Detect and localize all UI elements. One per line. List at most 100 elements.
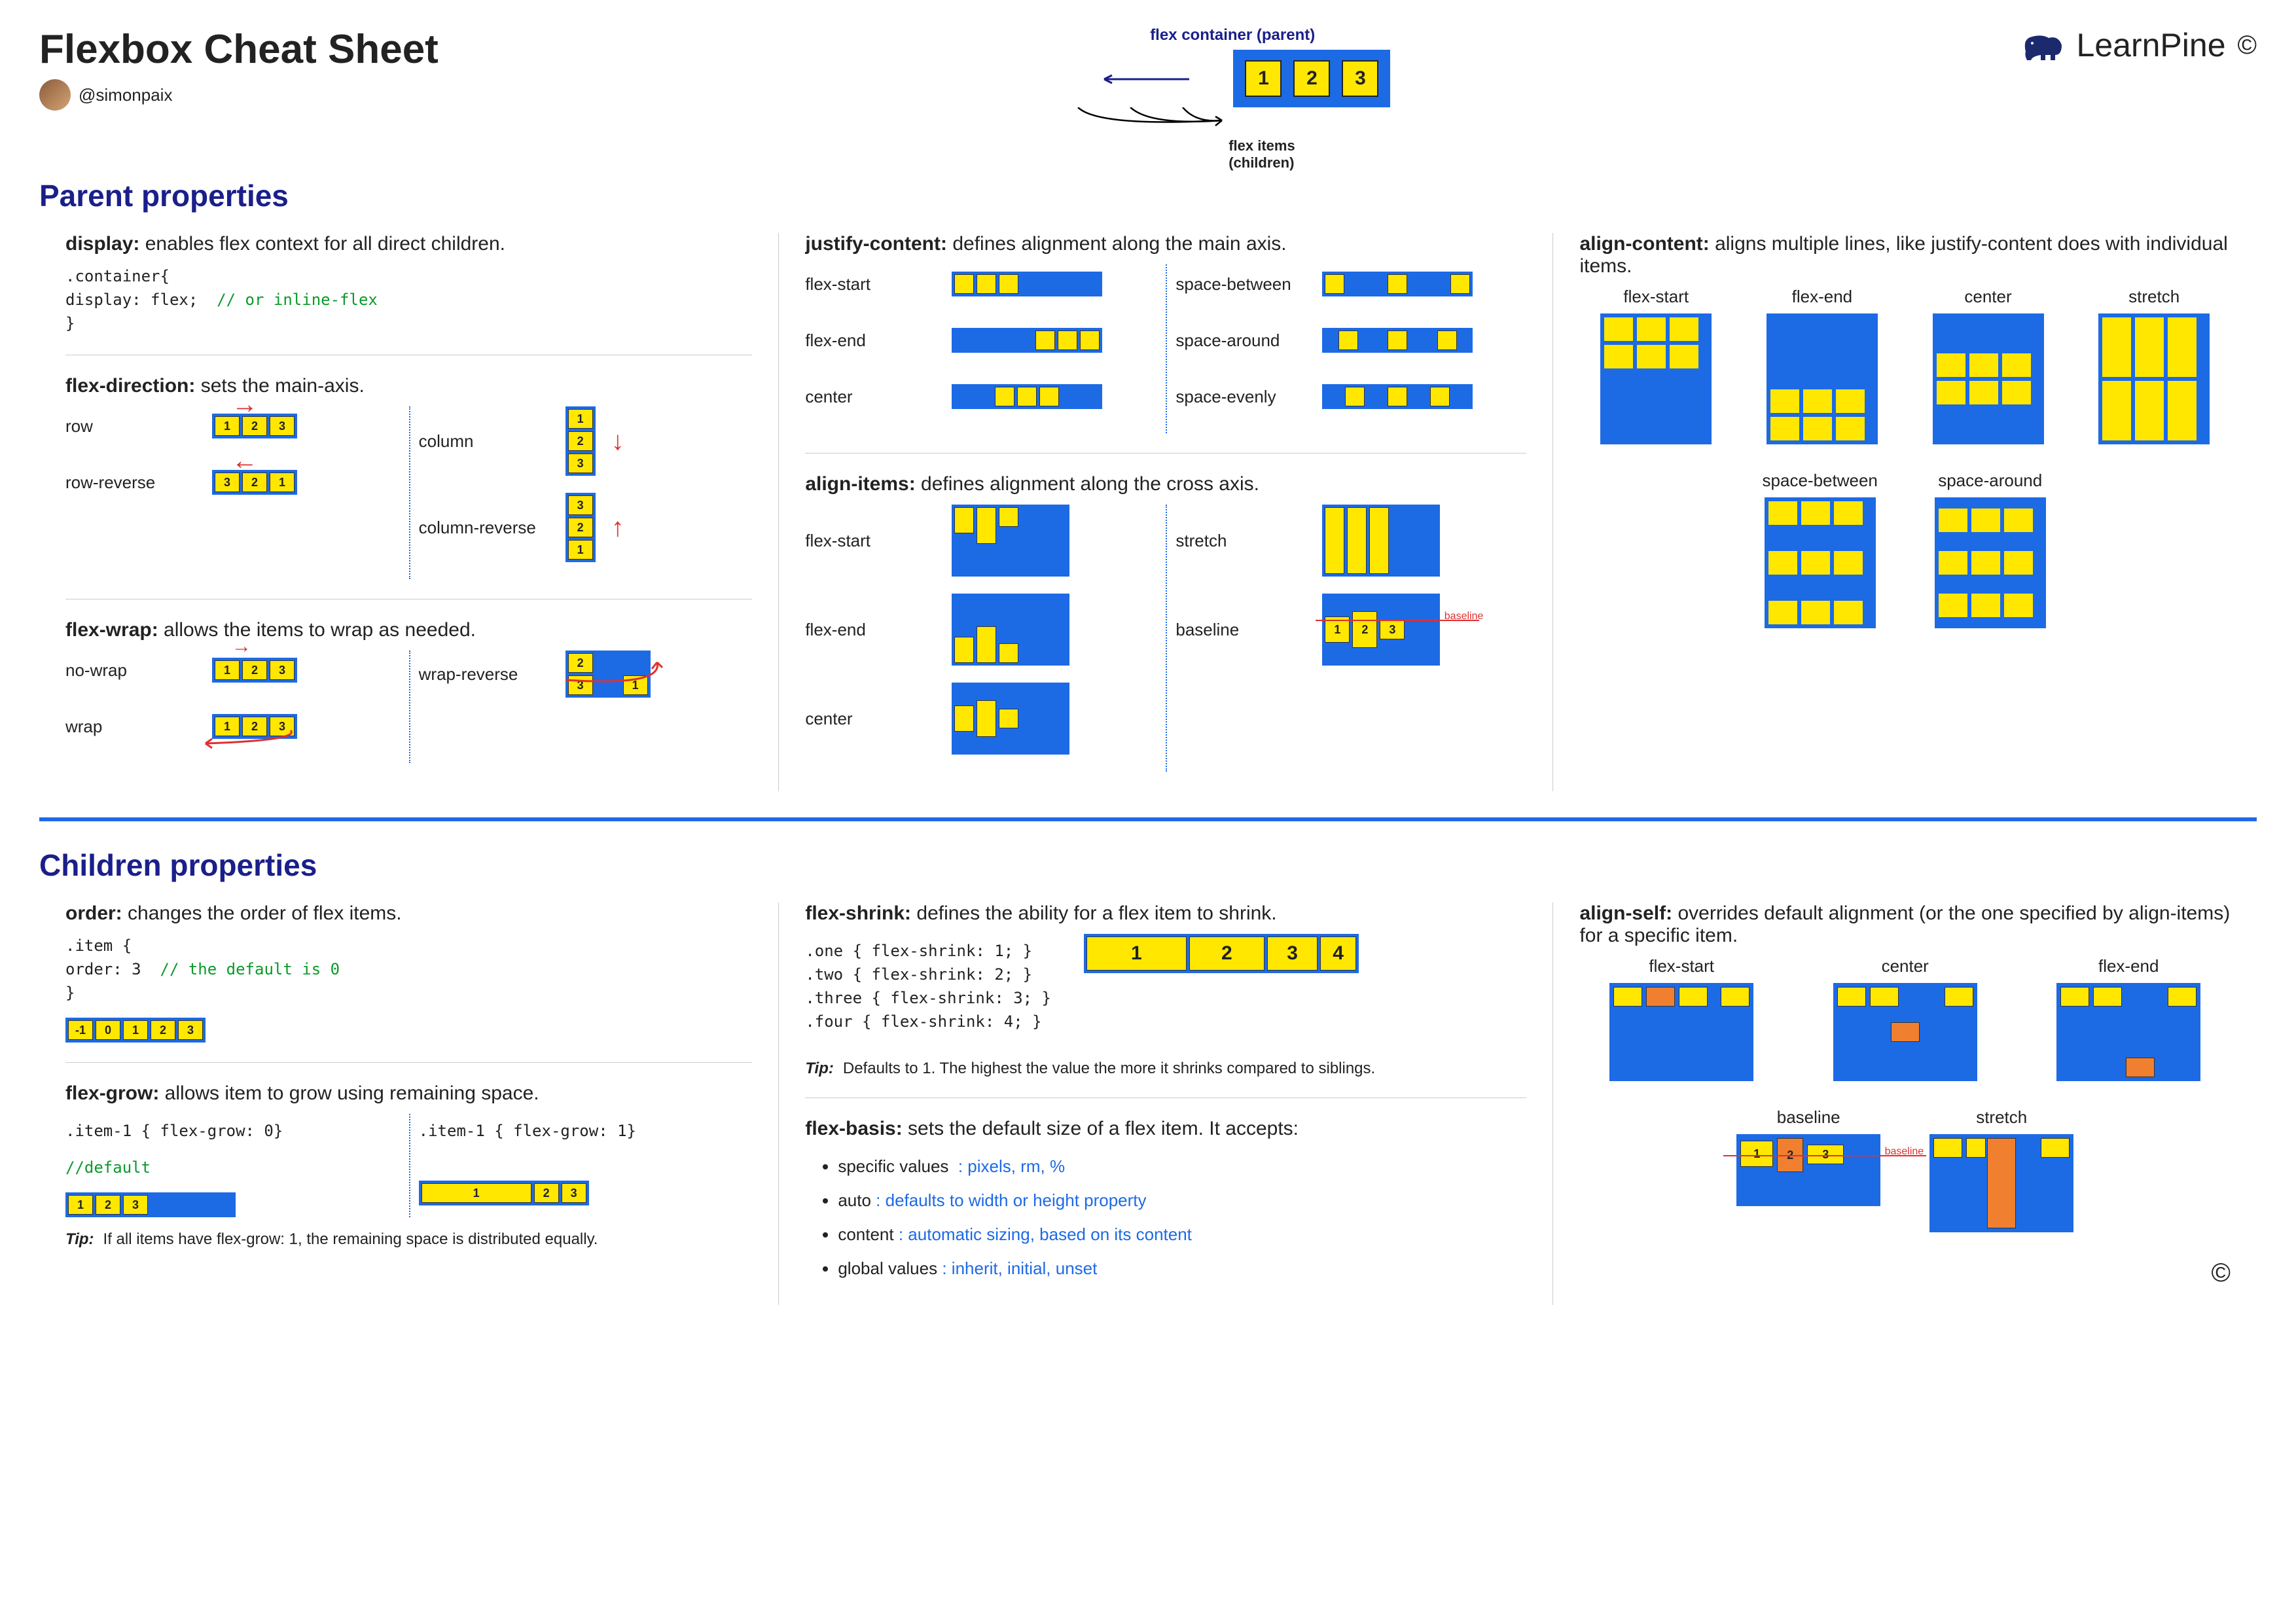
arrow-left-icon: ←: [232, 446, 258, 476]
demo: 123: [1322, 594, 1440, 666]
children-columns: order: changes the order of flex items. …: [39, 902, 2257, 1305]
logo-area: LearnPine ©: [2019, 26, 2257, 64]
arrow-right-icon: →: [232, 635, 251, 658]
demo: [1935, 497, 2046, 628]
hero-item: 2: [1293, 60, 1330, 97]
opt-ai-start: flex-start: [805, 531, 936, 551]
opt-as-baseline: baseline: [1722, 1107, 1895, 1128]
opt-ac-around: space-around: [1912, 471, 2069, 491]
demo-grow-1: 123: [419, 1181, 589, 1205]
opt-wrap-reverse: wrap-reverse: [419, 664, 550, 685]
author-handle: @simonpaix: [79, 85, 172, 105]
arrow-right-icon: →: [232, 390, 258, 419]
demo: 1 2 3 baseline: [1736, 1134, 1880, 1206]
parent-heading: Parent properties: [39, 178, 2257, 213]
wrap-arrow-icon: [559, 657, 670, 690]
shrink-code: .one { flex-shrink: 1; } .two { flex-shr…: [805, 939, 1051, 1033]
grow-code-a: .item-1 { flex-grow: 0}: [65, 1119, 399, 1143]
opt-ac-stretch: stretch: [2077, 287, 2231, 307]
baseline-label: baseline: [1885, 1146, 1924, 1158]
demo: [1929, 1134, 2073, 1232]
flex-basis-title: flex-basis: sets the default size of a f…: [805, 1118, 1526, 1140]
demo-column-reverse: 321: [565, 493, 596, 562]
col-order-grow: order: changes the order of flex items. …: [39, 902, 778, 1305]
opt-wrap: wrap: [65, 717, 196, 737]
avatar: [39, 79, 71, 111]
display-code: .container{ display: flex; // or inline-…: [65, 264, 752, 335]
opt-jc-between: space-between: [1175, 274, 1306, 294]
col-align-content: align-content: aligns multiple lines, li…: [1552, 233, 2257, 791]
hero-item: 1: [1245, 60, 1282, 97]
order-title: order: changes the order of flex items.: [65, 902, 752, 925]
copyright-icon: ©: [1579, 1258, 2231, 1288]
opt-as-end: flex-end: [2026, 956, 2231, 976]
opt-ac-end: flex-end: [1746, 287, 1899, 307]
elephant-icon: [2019, 29, 2065, 62]
align-content-title: align-content: aligns multiple lines, li…: [1579, 233, 2231, 277]
opt-column-reverse: column-reverse: [419, 518, 550, 538]
demo-wrap: 123: [212, 714, 297, 739]
opt-row-reverse: row-reverse: [65, 473, 196, 493]
demo: [1609, 983, 1753, 1081]
opt-jc-around: space-around: [1175, 330, 1306, 351]
flex-grow-title: flex-grow: allows item to grow using rem…: [65, 1082, 752, 1105]
demo: [1833, 983, 1977, 1081]
hero-items-label: flex items (children): [1229, 137, 1399, 171]
hero-diagram: flex container (parent) 1 2 3 flex items…: [1058, 26, 1399, 171]
demo: [1600, 313, 1712, 444]
parent-columns: display: enables flex context for all di…: [39, 233, 2257, 791]
demo: [1322, 272, 1473, 296]
opt-ac-start: flex-start: [1579, 287, 1732, 307]
brand-name: LearnPine: [2077, 26, 2226, 64]
opt-ac-between: space-between: [1742, 471, 1899, 491]
demo: [1765, 497, 1876, 628]
demo: [952, 272, 1102, 296]
demo: [952, 505, 1069, 577]
opt-no-wrap: no-wrap: [65, 660, 196, 681]
demo: [952, 384, 1102, 409]
col-shrink-basis: flex-shrink: defines the ability for a f…: [778, 902, 1552, 1305]
opt-ai-end: flex-end: [805, 620, 936, 640]
grow-default: //default: [65, 1156, 399, 1179]
opt-jc-start: flex-start: [805, 274, 936, 294]
demo-nowrap: 123: [212, 658, 297, 683]
demo: [1322, 505, 1440, 577]
flex-direction-title: flex-direction: sets the main-axis.: [65, 375, 752, 397]
opt-jc-center: center: [805, 387, 936, 407]
opt-ai-baseline: baseline: [1175, 620, 1306, 640]
opt-ai-stretch: stretch: [1175, 531, 1306, 551]
header-row: Flexbox Cheat Sheet @simonpaix flex cont…: [39, 26, 2257, 171]
col-display-direction-wrap: display: enables flex context for all di…: [39, 233, 778, 791]
opt-as-stretch: stretch: [1915, 1107, 2089, 1128]
demo: [952, 594, 1069, 666]
hero-container-label: flex container (parent): [1150, 26, 1399, 45]
opt-ai-center: center: [805, 709, 936, 729]
demo: [952, 328, 1102, 353]
opt-column: column: [419, 431, 550, 452]
demo-column: 123: [565, 406, 596, 476]
section-divider: [39, 817, 2257, 821]
demo-grow-0: 123: [65, 1192, 236, 1217]
grow-code-b: .item-1 { flex-grow: 1}: [419, 1119, 753, 1143]
flex-wrap-title: flex-wrap: allows the items to wrap as n…: [65, 619, 752, 641]
align-items-title: align-items: defines alignment along the…: [805, 473, 1526, 495]
order-code: .item { order: 3 // the default is 0 }: [65, 934, 752, 1005]
arrow-up-icon: ↑: [611, 513, 624, 543]
arrow-down-icon: ↓: [611, 427, 624, 456]
demo: [1767, 313, 1878, 444]
baseline-label: baseline: [1444, 611, 1484, 622]
opt-as-start: flex-start: [1579, 956, 1784, 976]
arrow-icon: [1058, 107, 1242, 134]
opt-jc-end: flex-end: [805, 330, 936, 351]
demo: [1322, 328, 1473, 353]
demo: [2098, 313, 2210, 444]
justify-content-title: justify-content: defines alignment along…: [805, 233, 1526, 255]
grow-tip: Tip:If all items have flex-grow: 1, the …: [65, 1230, 752, 1249]
demo-shrink: 1 2 3 4: [1084, 934, 1359, 973]
demo: [2056, 983, 2200, 1081]
demo: [952, 683, 1069, 755]
demo-order: -1 0 1 2 3: [65, 1018, 206, 1043]
hero-flex-container: 1 2 3: [1233, 50, 1390, 107]
opt-as-center: center: [1803, 956, 2007, 976]
flex-basis-list: specific values : pixels, rm, % auto : d…: [838, 1149, 1526, 1285]
